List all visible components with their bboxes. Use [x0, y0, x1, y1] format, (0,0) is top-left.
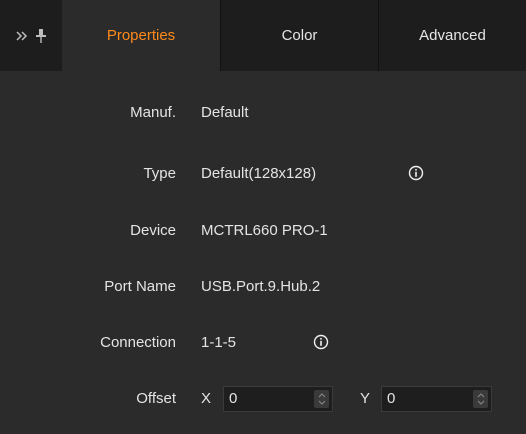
offset-x-label: X: [201, 390, 212, 407]
connection-value: 1-1-5: [201, 334, 237, 351]
offset-y-input[interactable]: 0: [381, 386, 492, 412]
port-name-row: Port Name USB.Port.9.Hub.2: [0, 274, 526, 300]
connection-label: Connection: [100, 334, 176, 351]
tab-color[interactable]: Color: [220, 0, 378, 71]
type-row: Type Default(128x128): [0, 161, 526, 187]
tab-advanced[interactable]: Advanced: [378, 0, 526, 71]
offset-y-stepper[interactable]: [473, 390, 488, 408]
manufacturer-label: Manuf.: [130, 104, 176, 121]
double-chevron-right-icon[interactable]: [16, 30, 28, 41]
tab-bar: Properties Color Advanced: [0, 0, 526, 71]
device-row: Device MCTRL660 PRO-1: [0, 218, 526, 244]
port-name-value: USB.Port.9.Hub.2: [201, 278, 321, 295]
properties-panel: Properties Color Advanced Manuf. Default…: [0, 0, 526, 434]
offset-y-value: 0: [387, 390, 396, 407]
offset-label: Offset: [136, 390, 176, 407]
tab-properties[interactable]: Properties: [62, 0, 220, 71]
offset-x-input[interactable]: 0: [223, 386, 333, 412]
info-icon[interactable]: [313, 334, 329, 350]
manufacturer-value: Default: [201, 104, 249, 121]
type-label: Type: [143, 165, 176, 182]
info-icon[interactable]: [408, 165, 424, 181]
device-label: Device: [130, 222, 176, 239]
port-name-label: Port Name: [104, 278, 176, 295]
offset-row: Offset X 0 Y 0: [0, 386, 526, 412]
tab-bar-tools: [0, 0, 62, 71]
offset-x-value: 0: [229, 390, 238, 407]
offset-x-stepper[interactable]: [314, 390, 329, 408]
connection-row: Connection 1-1-5: [0, 330, 526, 356]
manufacturer-row: Manuf. Default: [0, 100, 526, 126]
device-value: MCTRL660 PRO-1: [201, 222, 328, 239]
type-value: Default(128x128): [201, 165, 317, 182]
offset-y-label: Y: [360, 390, 371, 407]
pin-icon[interactable]: [36, 28, 46, 44]
